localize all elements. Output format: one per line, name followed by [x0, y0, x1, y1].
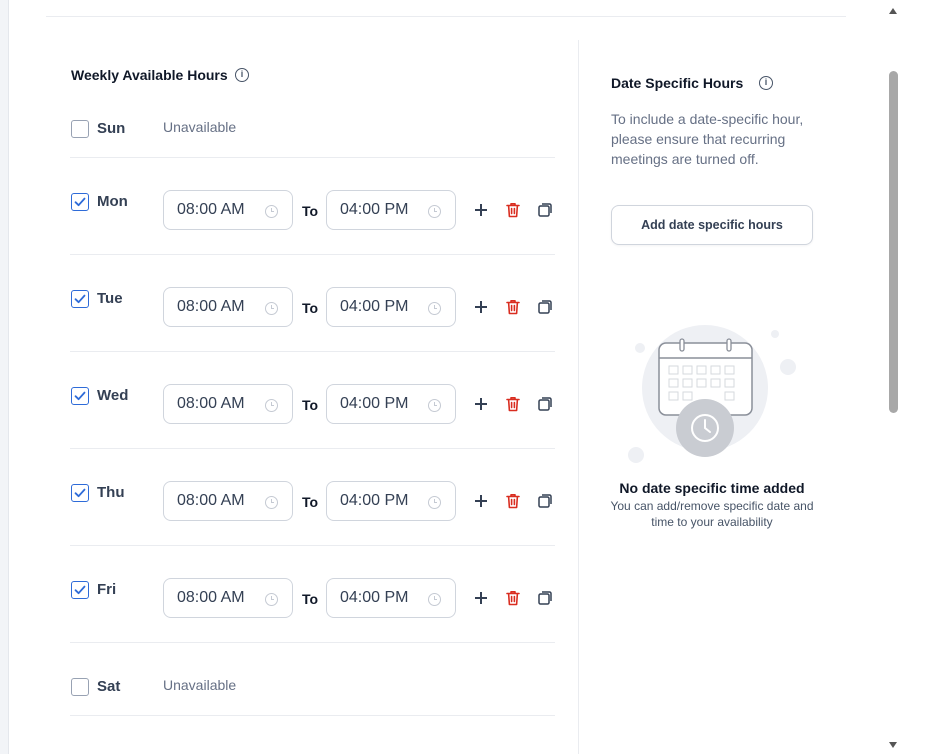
copy-icon[interactable]: [536, 298, 554, 316]
trash-icon[interactable]: [504, 201, 522, 219]
plus-icon[interactable]: [472, 492, 490, 510]
checkbox-wed[interactable]: [71, 387, 89, 405]
row-divider: [70, 642, 555, 643]
date-specific-description: To include a date-specific hour, please …: [611, 111, 804, 167]
check-icon: [74, 294, 86, 304]
to-label: To: [302, 591, 319, 607]
day-label-thu: Thu: [97, 484, 125, 501]
check-icon: [74, 391, 86, 401]
to-label: To: [302, 494, 319, 510]
row-divider: [70, 545, 555, 546]
start-time-wed[interactable]: 08:00 AM: [163, 384, 293, 424]
end-time-value: 04:00 PM: [340, 395, 409, 412]
unavailable-sat: Unavailable: [163, 677, 237, 693]
clock-icon: [265, 593, 278, 606]
scroll-up-arrow-icon[interactable]: [889, 8, 897, 14]
empty-state-title: No date specific time added: [619, 480, 805, 496]
column-divider: [578, 40, 579, 754]
day-label-fri: Fri: [97, 581, 117, 598]
to-label: To: [302, 397, 319, 413]
copy-icon[interactable]: [536, 201, 554, 219]
row-divider: [70, 448, 555, 449]
copy-icon[interactable]: [536, 589, 554, 607]
weekly-hours-title: Weekly Available Hours: [71, 67, 228, 83]
trash-icon[interactable]: [504, 589, 522, 607]
check-icon: [74, 197, 86, 207]
trash-icon[interactable]: [504, 492, 522, 510]
plus-icon[interactable]: [472, 298, 490, 316]
day-label-mon: Mon: [97, 193, 128, 210]
start-time-value: 08:00 AM: [177, 589, 245, 606]
end-time-value: 04:00 PM: [340, 201, 409, 218]
end-time-fri[interactable]: 04:00 PM: [326, 578, 456, 618]
empty-state-subtitle: You can add/remove specific date and tim…: [610, 499, 814, 529]
row-divider: [70, 351, 555, 352]
check-icon: [74, 488, 86, 498]
end-time-value: 04:00 PM: [340, 298, 409, 315]
date-specific-title: Date Specific Hours: [611, 75, 744, 91]
start-time-mon[interactable]: 08:00 AM: [163, 190, 293, 230]
clock-icon: [428, 205, 441, 218]
add-date-specific-hours-button[interactable]: Add date specific hours: [611, 205, 813, 245]
clock-icon: [265, 302, 278, 315]
clock-icon: [265, 205, 278, 218]
clock-icon: [265, 496, 278, 509]
calendar-clock-icon: [628, 325, 796, 463]
copy-icon[interactable]: [536, 395, 554, 413]
start-time-thu[interactable]: 08:00 AM: [163, 481, 293, 521]
check-icon: [74, 585, 86, 595]
top-divider: [46, 16, 846, 17]
unavailable-sun: Unavailable: [163, 119, 237, 135]
start-time-value: 08:00 AM: [177, 298, 245, 315]
trash-icon[interactable]: [504, 298, 522, 316]
row-divider: [70, 254, 555, 255]
start-time-value: 08:00 AM: [177, 201, 245, 218]
clock-icon: [428, 399, 441, 412]
checkbox-fri[interactable]: [71, 581, 89, 599]
end-time-value: 04:00 PM: [340, 492, 409, 509]
checkbox-sat[interactable]: [71, 678, 89, 696]
info-circle-icon[interactable]: i: [235, 68, 249, 82]
day-label-sat: Sat: [97, 678, 121, 695]
checkbox-thu[interactable]: [71, 484, 89, 502]
trash-icon[interactable]: [504, 395, 522, 413]
start-time-value: 08:00 AM: [177, 395, 245, 412]
end-time-value: 04:00 PM: [340, 589, 409, 606]
row-divider: [70, 715, 555, 716]
start-time-fri[interactable]: 08:00 AM: [163, 578, 293, 618]
end-time-tue[interactable]: 04:00 PM: [326, 287, 456, 327]
checkbox-tue[interactable]: [71, 290, 89, 308]
clock-icon: [265, 399, 278, 412]
clock-icon: [428, 496, 441, 509]
end-time-thu[interactable]: 04:00 PM: [326, 481, 456, 521]
day-label-wed: Wed: [97, 387, 129, 404]
end-time-mon[interactable]: 04:00 PM: [326, 190, 456, 230]
plus-icon[interactable]: [472, 589, 490, 607]
checkbox-sun[interactable]: [71, 120, 89, 138]
day-label-tue: Tue: [97, 290, 123, 307]
checkbox-mon[interactable]: [71, 193, 89, 211]
start-time-value: 08:00 AM: [177, 492, 245, 509]
to-label: To: [302, 300, 319, 316]
day-label-sun: Sun: [97, 120, 126, 137]
scroll-down-arrow-icon[interactable]: [889, 742, 897, 748]
clock-icon: [428, 593, 441, 606]
end-time-wed[interactable]: 04:00 PM: [326, 384, 456, 424]
plus-icon[interactable]: [472, 395, 490, 413]
clock-icon: [428, 302, 441, 315]
info-circle-icon[interactable]: i: [759, 76, 773, 90]
scrollbar-thumb[interactable]: [889, 71, 898, 413]
start-time-tue[interactable]: 08:00 AM: [163, 287, 293, 327]
copy-icon[interactable]: [536, 492, 554, 510]
row-divider: [70, 157, 555, 158]
to-label: To: [302, 203, 319, 219]
plus-icon[interactable]: [472, 201, 490, 219]
page-gutter: [0, 0, 8, 754]
